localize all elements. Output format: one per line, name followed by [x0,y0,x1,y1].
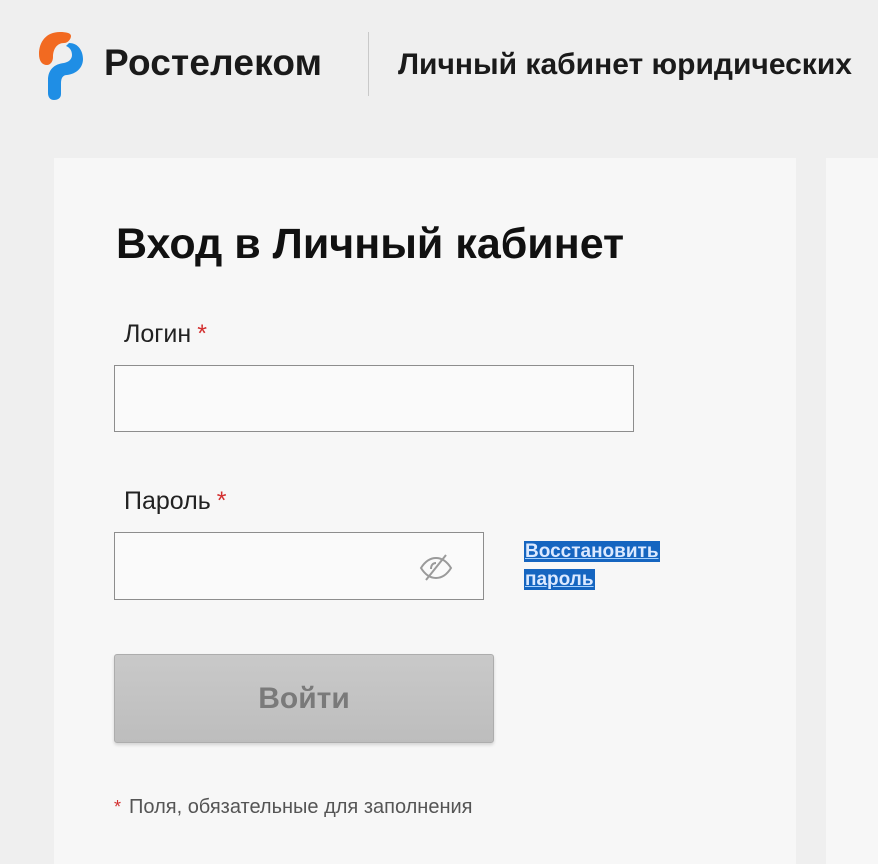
login-input[interactable] [114,365,634,432]
required-asterisk: * [197,320,207,348]
required-fields-note: * Поля, обязательные для заполнения [114,796,473,819]
password-label-text: Пароль [124,487,211,515]
rostelecom-logo-icon[interactable] [36,28,86,100]
header-divider [368,32,369,96]
restore-link-line-2: пароль [524,569,595,590]
required-asterisk: * [114,797,122,817]
side-panel [826,158,878,864]
login-button[interactable]: Войти [114,654,494,743]
login-form-title: Вход в Личный кабинет [116,220,625,268]
password-field [114,532,484,600]
portal-title: Личный кабинет юридических [398,48,852,81]
required-note-text: Поля, обязательные для заполнения [129,796,473,818]
restore-password-link[interactable]: Восстановить пароль [524,538,684,594]
login-label: Логин * [124,320,207,349]
required-asterisk: * [216,487,227,515]
password-label: Пароль * [124,487,226,516]
eye-crossed-icon[interactable] [418,552,454,582]
login-label-text: Логин [124,320,192,348]
brand-name: Ростелеком [104,42,323,83]
restore-link-line-1: Восстановить [524,541,660,562]
page-header: Ростелеком Личный кабинет юридических [0,0,878,135]
